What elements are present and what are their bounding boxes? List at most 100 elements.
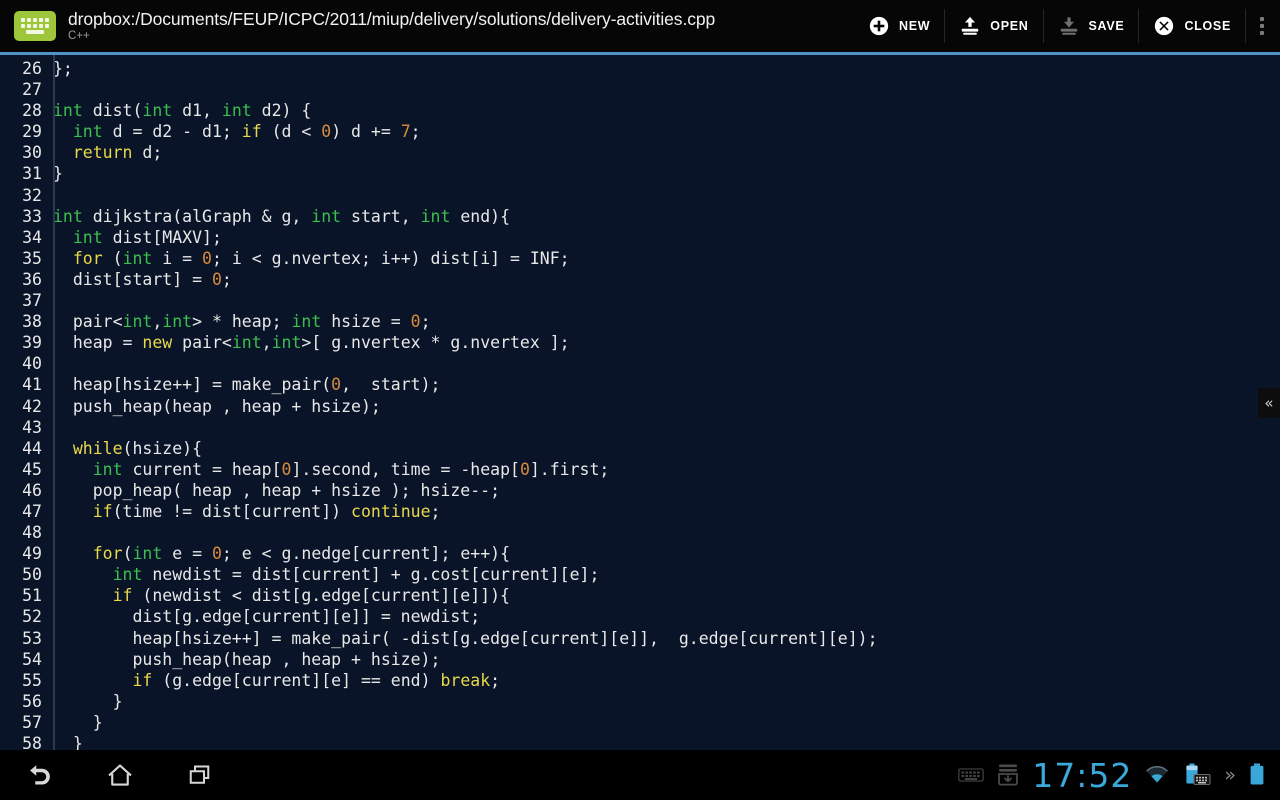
code-line[interactable]: 41 heap[hsize++] = make_pair(0, start);: [0, 374, 1280, 395]
code-line[interactable]: 27: [0, 79, 1280, 100]
new-button-label: NEW: [899, 19, 931, 33]
code-line[interactable]: 57 }: [0, 712, 1280, 733]
code-line[interactable]: 44 while(hsize){: [0, 438, 1280, 459]
home-icon: [108, 764, 132, 786]
code-line[interactable]: 51 if (newdist < dist[g.edge[current][e]…: [0, 585, 1280, 606]
line-source[interactable]: return d;: [47, 142, 162, 163]
line-source[interactable]: while(hsize){: [47, 438, 202, 459]
open-tray-icon: [962, 16, 979, 35]
line-source[interactable]: push_heap(heap , heap + hsize);: [47, 649, 440, 670]
line-number: 35: [22, 248, 42, 268]
expand-status-chevron[interactable]: »: [1224, 764, 1236, 786]
line-source[interactable]: for(int e = 0; e < g.nedge[current]; e++…: [47, 543, 510, 564]
nav-recent-apps-button[interactable]: [160, 750, 240, 800]
download-tray-icon[interactable]: [996, 762, 1020, 788]
code-line[interactable]: 37: [0, 290, 1280, 311]
code-line[interactable]: 34 int dist[MAXV];: [0, 227, 1280, 248]
line-source[interactable]: heap = new pair<int,int>[ g.nvertex * g.…: [47, 332, 570, 353]
line-source[interactable]: int dist(int d1, int d2) {: [47, 100, 311, 121]
code-line[interactable]: 36 dist[start] = 0;: [0, 269, 1280, 290]
line-source[interactable]: int newdist = dist[current] + g.cost[cur…: [47, 564, 600, 585]
line-source[interactable]: if (newdist < dist[g.edge[current][e]]){: [47, 585, 510, 606]
code-line[interactable]: 54 push_heap(heap , heap + hsize);: [0, 649, 1280, 670]
close-button-label: CLOSE: [1184, 19, 1231, 33]
line-source[interactable]: pop_heap( heap , heap + hsize ); hsize--…: [47, 480, 500, 501]
code-line[interactable]: 32: [0, 185, 1280, 206]
code-line[interactable]: 55 if (g.edge[current][e] == end) break;: [0, 670, 1280, 691]
line-number: 28: [22, 101, 42, 121]
code-token: continue: [351, 501, 431, 521]
code-token: newdist = dist[current] + g.cost[current…: [142, 565, 600, 585]
keyboard-icon[interactable]: [958, 766, 985, 784]
line-source[interactable]: if (g.edge[current][e] == end) break;: [47, 670, 500, 691]
code-line[interactable]: 26};: [0, 58, 1280, 79]
line-source[interactable]: heap[hsize++] = make_pair(0, start);: [47, 374, 441, 395]
code-token: ;: [490, 670, 501, 690]
line-source[interactable]: dist[g.edge[current][e]] = newdist;: [47, 606, 480, 627]
line-source[interactable]: int current = heap[0].second, time = -he…: [47, 459, 610, 480]
code-line[interactable]: 53 heap[hsize++] = make_pair( -dist[g.ed…: [0, 628, 1280, 649]
code-line[interactable]: 39 heap = new pair<int,int>[ g.nvertex *…: [0, 332, 1280, 353]
code-token: }: [53, 691, 123, 711]
code-token: (: [122, 544, 133, 564]
code-lines[interactable]: 26}; 27 28 int dist(int d1, int d2) {29 int…: [0, 55, 1280, 750]
code-line[interactable]: 35 for (int i = 0; i < g.nvertex; i++) d…: [0, 248, 1280, 269]
code-line[interactable]: 58 }: [0, 733, 1280, 750]
line-source[interactable]: }: [47, 712, 103, 733]
code-token: int: [132, 544, 163, 564]
code-line[interactable]: 31}: [0, 163, 1280, 184]
code-line[interactable]: 52 dist[g.edge[current][e]] = newdist;: [0, 606, 1280, 627]
code-token: dist[MAXV];: [102, 227, 222, 247]
line-source[interactable]: int d = d2 - d1; if (d < 0) d += 7;: [47, 121, 421, 142]
line-number: 26: [22, 59, 42, 78]
code-line[interactable]: 42 push_heap(heap , heap + hsize);: [0, 396, 1280, 417]
android-system-bar: 17:52 »: [0, 750, 1280, 800]
code-token: pair<: [53, 312, 123, 332]
line-source[interactable]: int dijkstra(alGraph & g, int start, int…: [47, 206, 510, 227]
code-line[interactable]: 56 }: [0, 691, 1280, 712]
code-line[interactable]: 40: [0, 353, 1280, 374]
nav-back-button[interactable]: [0, 750, 80, 800]
code-line[interactable]: 38 pair<int,int> * heap; int hsize = 0;: [0, 311, 1280, 332]
line-source[interactable]: push_heap(heap , heap + hsize);: [47, 396, 381, 417]
code-token: ;: [430, 501, 441, 521]
code-line[interactable]: 33 int dijkstra(alGraph & g, int start, i…: [0, 206, 1280, 227]
save-button[interactable]: SAVE: [1042, 9, 1139, 43]
code-token: dist[g.edge[current][e]] = newdist;: [53, 607, 481, 627]
line-source[interactable]: int dist[MAXV];: [47, 227, 222, 248]
code-line[interactable]: 30 return d;: [0, 142, 1280, 163]
code-line[interactable]: 49 for(int e = 0; e < g.nedge[current]; …: [0, 543, 1280, 564]
code-token: , start);: [341, 375, 441, 395]
code-line[interactable]: 47 if(time != dist[current]) continue;: [0, 501, 1280, 522]
code-token: e =: [162, 544, 212, 564]
code-line[interactable]: 29 int d = d2 - d1; if (d < 0) d += 7;: [0, 121, 1280, 142]
code-token: int: [122, 248, 153, 268]
line-source[interactable]: heap[hsize++] = make_pair( -dist[g.edge[…: [47, 628, 877, 649]
code-line[interactable]: 45 int current = heap[0].second, time = …: [0, 459, 1280, 480]
line-source[interactable]: }: [47, 691, 123, 712]
new-button[interactable]: NEW: [854, 9, 944, 43]
code-editor-pane[interactable]: 26}; 27 28 int dist(int d1, int d2) {29 int…: [0, 55, 1280, 750]
line-source[interactable]: for (int i = 0; i < g.nvertex; i++) dist…: [47, 248, 570, 269]
code-line[interactable]: 46 pop_heap( heap , heap + hsize ); hsiz…: [0, 480, 1280, 501]
status-tray: 17:52 »: [958, 759, 1280, 792]
overflow-menu-button[interactable]: [1245, 9, 1280, 43]
code-line[interactable]: 28 int dist(int d1, int d2) {: [0, 100, 1280, 121]
line-number: 39: [22, 333, 42, 353]
open-button[interactable]: OPEN: [944, 9, 1042, 43]
line-number: 37: [22, 291, 42, 311]
line-source[interactable]: };: [47, 58, 73, 79]
line-source[interactable]: pair<int,int> * heap; int hsize = 0;: [47, 311, 431, 332]
close-button[interactable]: CLOSE: [1138, 9, 1245, 43]
code-line[interactable]: 50 int newdist = dist[current] + g.cost[…: [0, 564, 1280, 585]
line-source[interactable]: if(time != dist[current]) continue;: [47, 501, 441, 522]
line-number: 54: [22, 649, 42, 669]
document-path[interactable]: dropbox:/Documents/FEUP/ICPC/2011/miup/d…: [68, 9, 846, 29]
code-line[interactable]: 48: [0, 522, 1280, 543]
code-line[interactable]: 43: [0, 417, 1280, 438]
line-source[interactable]: dist[start] = 0;: [47, 269, 232, 290]
nav-home-button[interactable]: [80, 750, 160, 800]
drawer-toggle-handle[interactable]: «: [1258, 388, 1280, 418]
